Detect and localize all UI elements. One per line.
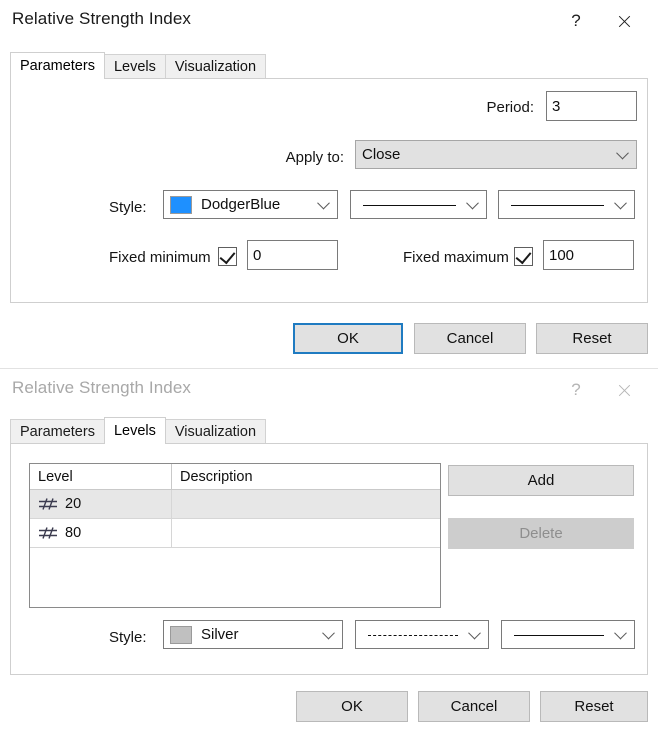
chevron-down-icon: [614, 196, 627, 209]
table-header-row: Level Description: [30, 464, 440, 490]
chevron-down-icon: [317, 196, 330, 209]
cell-level: 80: [30, 519, 172, 547]
chevron-down-icon: [616, 146, 629, 159]
screen-root: Relative Strength Index ? Parameters Lev…: [0, 0, 658, 738]
style-line-width-dropdown[interactable]: [501, 620, 635, 649]
help-button[interactable]: ?: [556, 4, 596, 38]
style-color-dropdown[interactable]: DodgerBlue: [163, 190, 338, 219]
tab-visualization[interactable]: Visualization: [164, 419, 267, 444]
cell-description: [172, 519, 440, 547]
tab-levels[interactable]: Levels: [103, 54, 166, 79]
close-icon: [617, 14, 632, 29]
titlebar-active: Relative Strength Index ?: [0, 0, 658, 44]
color-swatch: [170, 195, 192, 214]
column-header-description: Description: [180, 468, 253, 485]
chevron-down-icon: [466, 196, 479, 209]
rsi-properties-dialog-inactive: Relative Strength Index ? Parameters Lev…: [0, 368, 658, 738]
tab-levels[interactable]: Levels: [103, 417, 166, 444]
fixed-maximum-checkbox[interactable]: [514, 247, 533, 266]
apply-to-value: Close: [362, 146, 401, 163]
rsi-properties-dialog-active: Relative Strength Index ? Parameters Lev…: [0, 0, 658, 368]
fixed-minimum-label: Fixed minimum: [109, 249, 211, 266]
style-line-pattern-dropdown[interactable]: [355, 620, 489, 649]
fixed-minimum-input[interactable]: 0: [247, 240, 338, 270]
tab-parameters[interactable]: Parameters: [10, 419, 105, 444]
style-label: Style:: [109, 199, 147, 216]
tab-parameters[interactable]: Parameters: [10, 52, 105, 79]
color-swatch: [170, 625, 192, 644]
style-color-dropdown[interactable]: Silver: [163, 620, 343, 649]
levels-panel: Level Description 20 80 Add Delete Style…: [10, 443, 648, 675]
line-pattern-preview: [363, 204, 456, 206]
cancel-button[interactable]: Cancel: [414, 323, 526, 354]
cell-level: 20: [30, 490, 172, 518]
levels-table[interactable]: Level Description 20 80: [29, 463, 441, 608]
add-level-button[interactable]: Add: [448, 465, 634, 496]
dialog-title: Relative Strength Index: [12, 9, 192, 28]
close-button[interactable]: [604, 373, 644, 407]
line-width-preview: [511, 204, 604, 206]
level-line-icon: [39, 527, 57, 539]
line-pattern-preview: [368, 634, 458, 636]
period-input[interactable]: 3: [546, 91, 637, 121]
fixed-maximum-label: Fixed maximum: [403, 249, 509, 266]
table-row[interactable]: 80: [30, 519, 440, 548]
fixed-minimum-checkbox[interactable]: [218, 247, 237, 266]
chevron-down-icon: [614, 626, 627, 639]
reset-button[interactable]: Reset: [536, 323, 648, 354]
titlebar-inactive: Relative Strength Index ?: [0, 369, 658, 413]
help-button[interactable]: ?: [556, 373, 596, 407]
fixed-maximum-input[interactable]: 100: [543, 240, 634, 270]
style-line-width-dropdown[interactable]: [498, 190, 635, 219]
close-icon: [617, 383, 632, 398]
ok-button[interactable]: OK: [296, 691, 408, 722]
style-color-name: Silver: [201, 626, 239, 643]
cell-description: [172, 490, 440, 518]
table-row[interactable]: 20: [30, 490, 440, 519]
level-line-icon: [39, 498, 57, 510]
apply-to-dropdown[interactable]: Close: [355, 140, 637, 169]
period-label: Period:: [486, 99, 534, 116]
ok-button[interactable]: OK: [293, 323, 403, 354]
delete-level-button[interactable]: Delete: [448, 518, 634, 549]
tabstrip-active: Parameters Levels Visualization: [10, 52, 648, 79]
apply-to-label: Apply to:: [285, 149, 344, 166]
parameters-panel: Period: 3 Apply to: Close Style: DodgerB…: [10, 78, 648, 303]
level-value: 20: [65, 496, 82, 512]
chevron-down-icon: [468, 626, 481, 639]
reset-button[interactable]: Reset: [540, 691, 648, 722]
close-button[interactable]: [604, 4, 644, 38]
style-label: Style:: [109, 629, 147, 646]
cancel-button[interactable]: Cancel: [418, 691, 530, 722]
chevron-down-icon: [322, 626, 335, 639]
tabstrip-inactive: Parameters Levels Visualization: [10, 417, 648, 444]
line-width-preview: [514, 634, 604, 636]
style-line-pattern-dropdown[interactable]: [350, 190, 487, 219]
level-value: 80: [65, 525, 82, 541]
column-header-level: Level: [30, 464, 172, 489]
style-color-name: DodgerBlue: [201, 196, 281, 213]
tab-visualization[interactable]: Visualization: [164, 54, 267, 79]
dialog-title: Relative Strength Index: [12, 378, 192, 397]
